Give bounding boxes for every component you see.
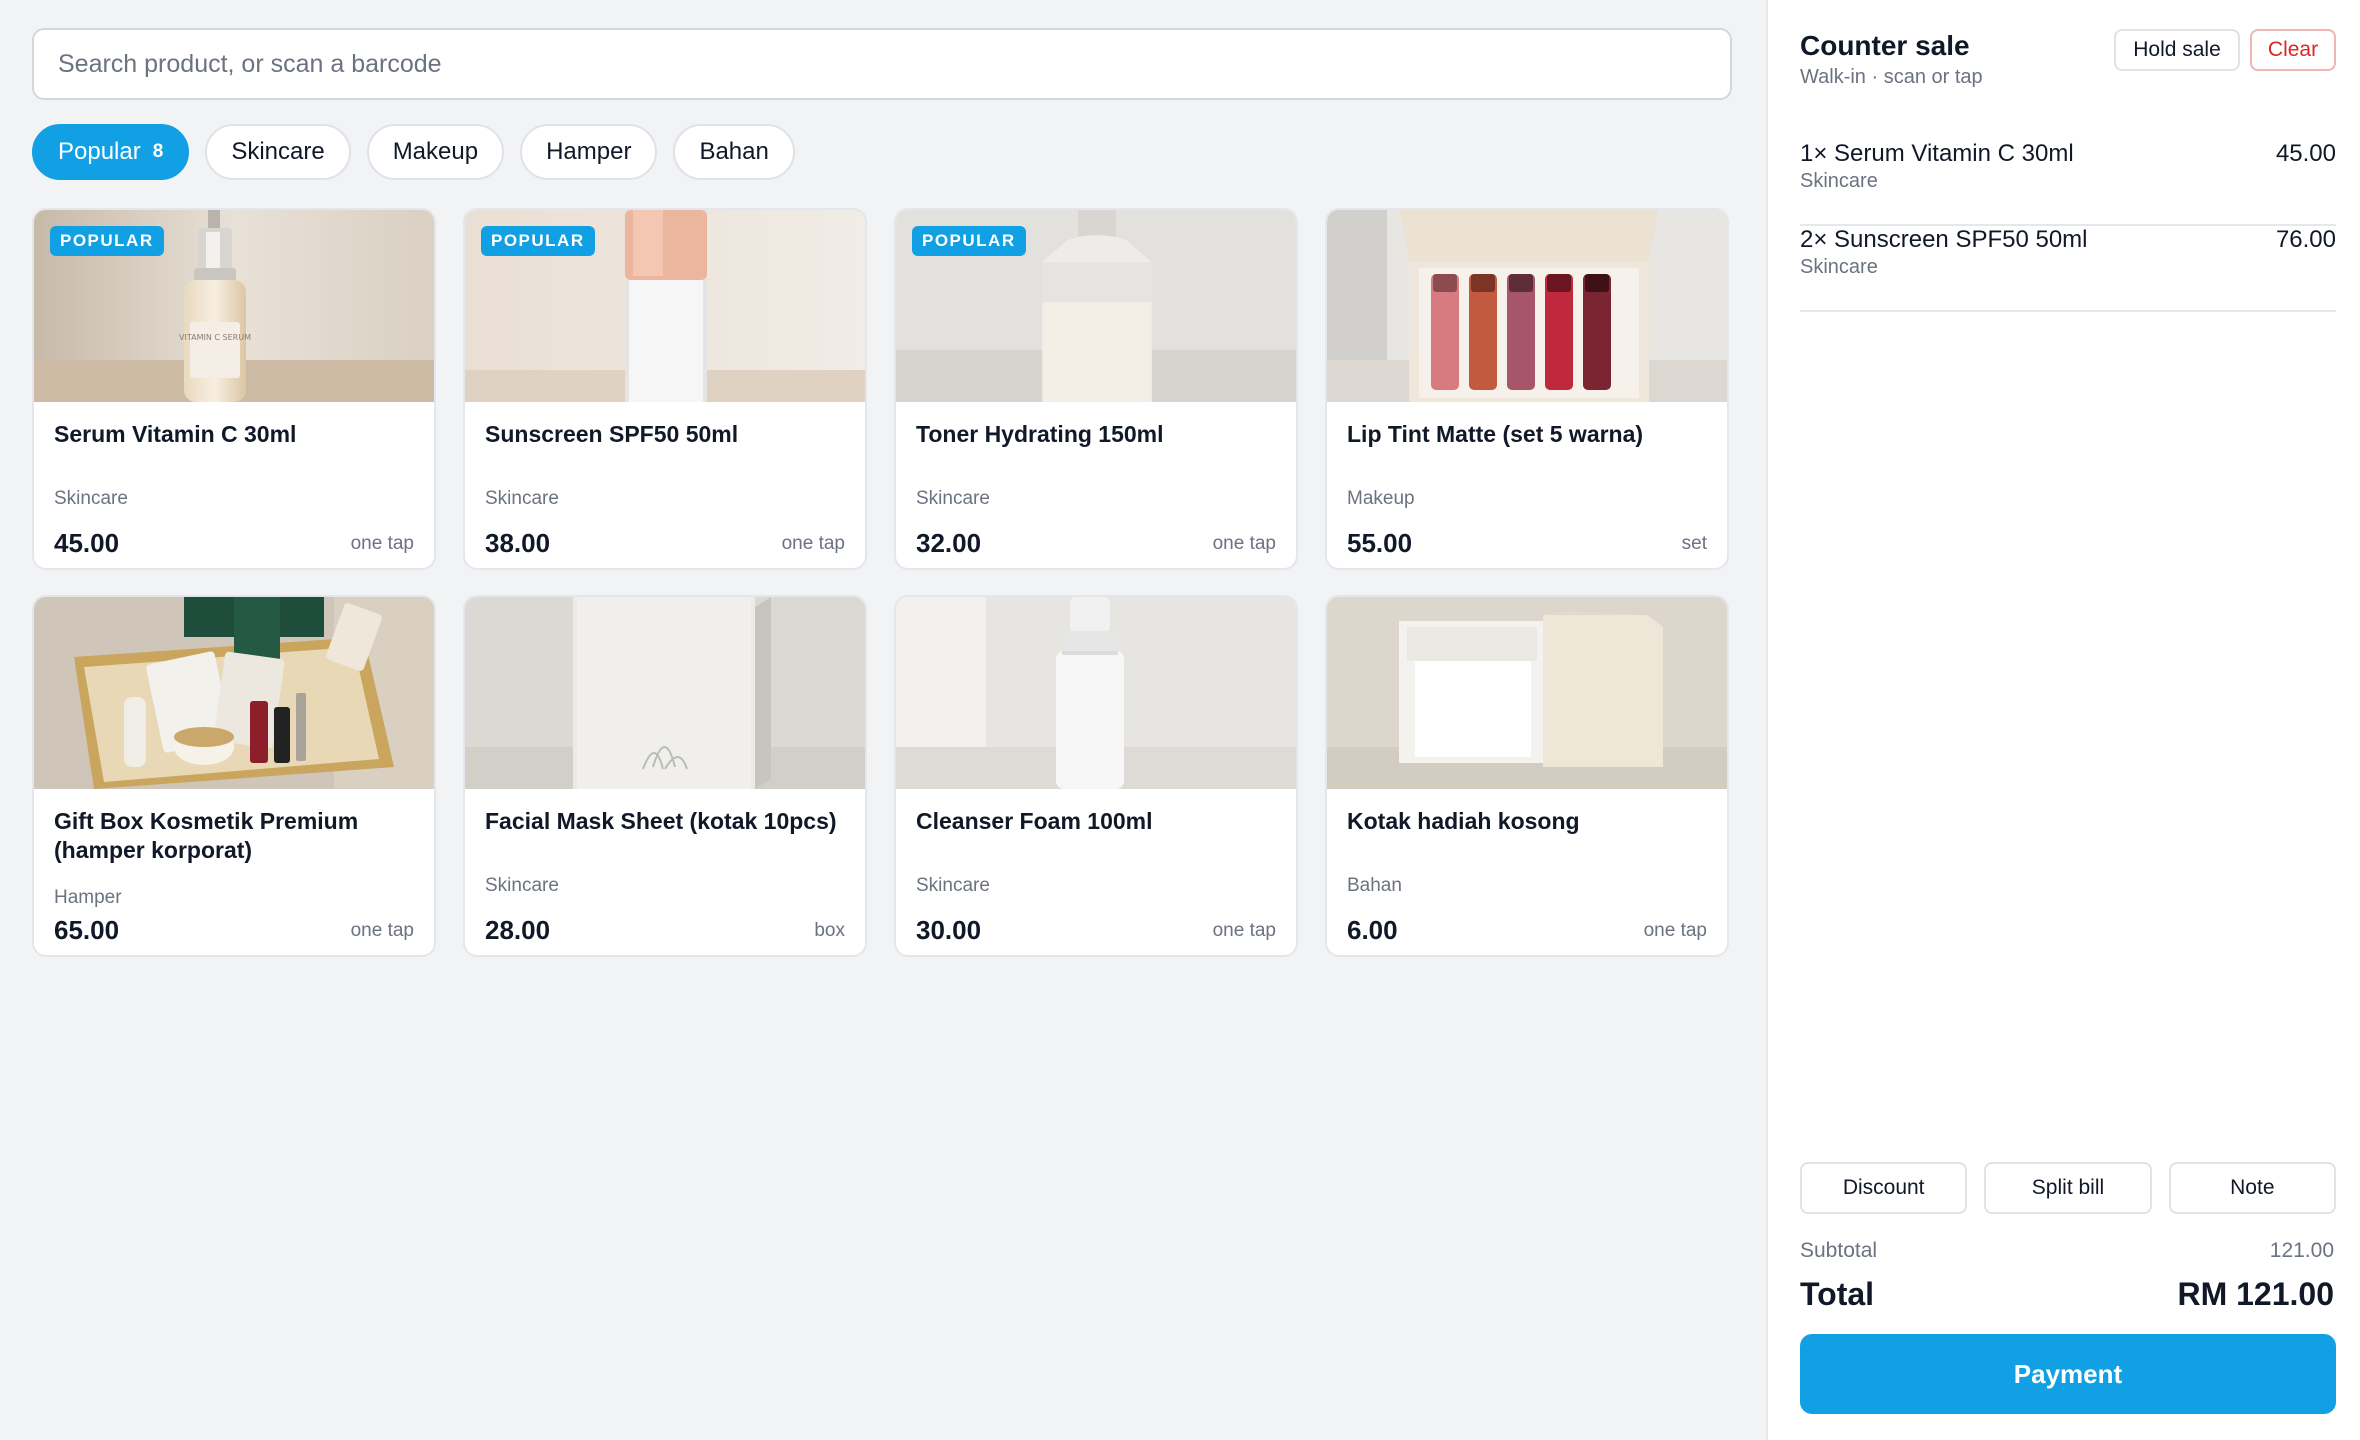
product-name: Serum Vitamin C 30ml	[54, 421, 297, 447]
foam-pump-image	[896, 597, 1296, 789]
product-card[interactable]: Gift Box Kosmetik Premium (hamper korpor…	[32, 595, 436, 957]
product-price: 32.00	[916, 528, 982, 558]
product-price: 28.00	[485, 915, 551, 945]
product-price: 55.00	[1347, 528, 1413, 558]
sale-panel: Counter sale Walk-in · scan or tap Hold …	[1766, 0, 2360, 1440]
gift-hamper-image	[34, 597, 434, 789]
product-grid: VITAMIN C SERUM POPULAR Serum Vitamin C …	[32, 208, 1729, 957]
search-input[interactable]	[58, 49, 1706, 79]
product-hint: one tap	[781, 533, 845, 554]
product-image	[34, 597, 434, 789]
cart-line-item[interactable]: 2× Sunscreen SPF50 50ml Skincare 76.00	[1800, 226, 2336, 312]
line-item-name: 2× Sunscreen SPF50 50ml	[1800, 226, 2088, 253]
bottle-label-text: VITAMIN C SERUM	[179, 333, 251, 342]
product-category: Skincare	[485, 875, 559, 896]
category-chips: Popular 8 Skincare Makeup Hamper Bahan	[32, 124, 795, 180]
product-hint: set	[1681, 533, 1707, 554]
product-card[interactable]: POPULAR Toner Hydrating 150ml Skincare 3…	[894, 208, 1298, 570]
product-name: Facial Mask Sheet (kotak 10pcs)	[485, 808, 837, 834]
line-item-amount: 76.00	[2275, 226, 2336, 253]
chip-makeup[interactable]: Makeup	[366, 124, 505, 180]
product-name: Cleanser Foam 100ml	[916, 808, 1153, 834]
popular-badge: POPULAR	[481, 226, 595, 256]
total-value: RM 121.00	[2177, 1276, 2334, 1312]
product-name: Gift Box Kosmetik Premium (hamper korpor…	[54, 808, 359, 863]
product-name: Sunscreen SPF50 50ml	[485, 421, 739, 447]
product-name: Toner Hydrating 150ml	[916, 421, 1164, 447]
total-label: Total	[1800, 1276, 1875, 1312]
clear-sale-button[interactable]: Clear	[2250, 29, 2336, 71]
line-item-category: Skincare	[1800, 170, 1878, 192]
product-category: Skincare	[54, 488, 128, 509]
product-card[interactable]: Kotak hadiah kosong Bahan 6.00 one tap	[1325, 595, 1729, 957]
chip-label: Hamper	[546, 138, 632, 165]
search-bar[interactable]	[32, 28, 1732, 100]
discount-button[interactable]: Discount	[1800, 1162, 1968, 1214]
product-card[interactable]: Lip Tint Matte (set 5 warna) Makeup 55.0…	[1325, 208, 1729, 570]
product-price: 38.00	[485, 528, 551, 558]
product-hint: one tap	[1212, 533, 1276, 554]
subtotal-value: 121.00	[2269, 1239, 2334, 1262]
product-category: Skincare	[916, 488, 990, 509]
product-price: 65.00	[54, 915, 120, 945]
product-image	[896, 597, 1296, 789]
chip-label: Popular	[58, 138, 141, 165]
product-image	[1327, 210, 1727, 402]
product-card[interactable]: Facial Mask Sheet (kotak 10pcs) Skincare…	[463, 595, 867, 957]
note-button[interactable]: Note	[2168, 1162, 2336, 1214]
product-hint: one tap	[1212, 920, 1276, 941]
hold-sale-button[interactable]: Hold sale	[2114, 29, 2240, 71]
chip-skincare[interactable]: Skincare	[205, 124, 351, 180]
product-price: 30.00	[916, 915, 982, 945]
chip-bahan[interactable]: Bahan	[673, 124, 795, 180]
product-category: Skincare	[485, 488, 559, 509]
product-card[interactable]: Cleanser Foam 100ml Skincare 30.00 one t…	[894, 595, 1298, 957]
subtotal-label: Subtotal	[1800, 1239, 1878, 1262]
product-category: Hamper	[54, 887, 122, 908]
lip-tint-set-image	[1327, 210, 1727, 402]
chip-label: Bahan	[699, 138, 769, 165]
product-image	[1327, 597, 1727, 789]
product-price: 45.00	[54, 528, 120, 558]
popular-badge: POPULAR	[50, 226, 164, 256]
payment-button[interactable]: Payment	[1800, 1334, 2336, 1414]
line-item-amount: 45.00	[2275, 140, 2336, 167]
product-hint: one tap	[350, 920, 414, 941]
catalog-pane: Popular 8 Skincare Makeup Hamper Bahan	[0, 0, 1766, 1440]
sale-actions: Discount Split bill Note	[1800, 1162, 2336, 1214]
empty-box-image	[1327, 597, 1727, 789]
product-hint: box	[814, 920, 845, 941]
product-category: Bahan	[1347, 875, 1402, 896]
chip-count-badge: 8	[152, 141, 164, 162]
line-item-category: Skincare	[1800, 256, 1878, 278]
chip-label: Makeup	[392, 138, 479, 165]
split-bill-button[interactable]: Split bill	[1984, 1162, 2152, 1214]
chip-hamper[interactable]: Hamper	[520, 124, 658, 180]
product-card[interactable]: POPULAR Sunscreen SPF50 50ml Skincare 38…	[463, 208, 867, 570]
line-item-name: 1× Serum Vitamin C 30ml	[1800, 140, 2074, 167]
cart-line-item[interactable]: 1× Serum Vitamin C 30ml Skincare 45.00	[1800, 140, 2336, 226]
product-hint: one tap	[350, 533, 414, 554]
product-image	[465, 597, 865, 789]
chip-popular[interactable]: Popular 8	[32, 124, 190, 180]
product-price: 6.00	[1347, 915, 1398, 945]
mask-box-image	[465, 597, 865, 789]
product-card[interactable]: VITAMIN C SERUM POPULAR Serum Vitamin C …	[32, 208, 436, 570]
sale-title: Counter sale	[1800, 30, 1970, 61]
product-category: Skincare	[916, 875, 990, 896]
product-name: Kotak hadiah kosong	[1347, 808, 1580, 834]
product-category: Makeup	[1347, 488, 1415, 509]
product-hint: one tap	[1643, 920, 1707, 941]
popular-badge: POPULAR	[912, 226, 1026, 256]
sale-subtitle: Walk-in · scan or tap	[1800, 66, 1983, 88]
product-name: Lip Tint Matte (set 5 warna)	[1347, 421, 1644, 447]
chip-label: Skincare	[231, 138, 325, 165]
